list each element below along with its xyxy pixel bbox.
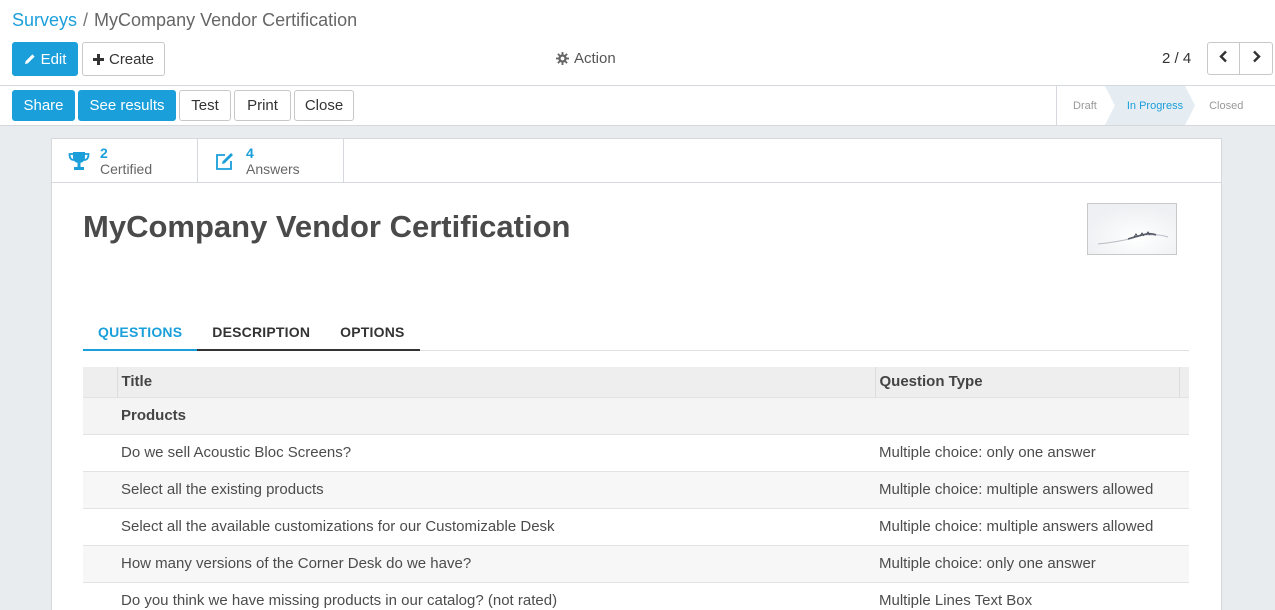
create-button-label: Create xyxy=(108,50,155,68)
row-spacer-cell xyxy=(1179,544,1189,582)
row-handle xyxy=(83,396,117,434)
gear-icon xyxy=(556,51,569,65)
question-type: Multiple choice: only one answer xyxy=(875,544,1179,582)
chevron-left-icon xyxy=(1219,50,1228,67)
edit-button-label: Edit xyxy=(40,50,67,68)
breadcrumb-current: MyCompany Vendor Certification xyxy=(94,10,358,30)
row-handle xyxy=(83,507,117,545)
tab-description[interactable]: DESCRIPTION xyxy=(197,314,326,351)
table-row[interactable]: Do you think we have missing products in… xyxy=(83,581,1189,610)
row-handle xyxy=(83,544,117,582)
table-row[interactable]: How many versions of the Corner Desk do … xyxy=(83,544,1189,582)
trophy-icon xyxy=(68,151,90,171)
section-title: Products xyxy=(117,396,875,434)
table-row[interactable]: Select all the available customizations … xyxy=(83,507,1189,545)
pager-value[interactable]: 2 / 4 xyxy=(1162,50,1191,67)
section-spacer-cell xyxy=(1179,396,1189,434)
pencil-icon xyxy=(24,53,36,65)
close-button[interactable]: Close xyxy=(294,90,354,121)
table-row[interactable]: Do we sell Acoustic Bloc Screens? Multip… xyxy=(83,433,1189,471)
table-header-row: Title Question Type xyxy=(83,367,1189,397)
question-type: Multiple choice: multiple answers allowe… xyxy=(875,470,1179,508)
control-panel: Surveys / MyCompany Vendor Certification E… xyxy=(0,0,1275,86)
question-type: Multiple choice: multiple answers allowe… xyxy=(875,507,1179,545)
row-handle xyxy=(83,470,117,508)
handle-column-header xyxy=(83,367,118,397)
statusbar: Share See results Test Print Close Draft… xyxy=(0,86,1275,126)
form-sheet: 2 Certified 4 Answers MyCompany Vendor C… xyxy=(51,138,1222,610)
question-type: Multiple choice: only one answer xyxy=(875,433,1179,471)
column-header-title[interactable]: Title xyxy=(117,367,876,397)
row-spacer-cell xyxy=(1179,581,1189,610)
pager-next-button[interactable] xyxy=(1240,42,1273,75)
status-step-draft[interactable]: Draft xyxy=(1057,86,1107,125)
column-header-question-type[interactable]: Question Type xyxy=(875,367,1180,397)
action-menu-label: Action xyxy=(574,49,616,67)
create-button[interactable]: Create xyxy=(82,42,165,76)
share-button[interactable]: Share xyxy=(12,90,75,121)
survey-image[interactable] xyxy=(1087,203,1177,255)
row-handle xyxy=(83,433,117,471)
certified-label: Certified xyxy=(100,161,153,177)
tab-options[interactable]: OPTIONS xyxy=(325,314,420,351)
table-row[interactable]: Select all the existing products Multipl… xyxy=(83,470,1189,508)
status-step-in-progress[interactable]: In Progress xyxy=(1105,86,1195,125)
notebook-tabs: QUESTIONS DESCRIPTION OPTIONS xyxy=(83,314,1189,351)
question-title: Do we sell Acoustic Bloc Screens? xyxy=(117,433,875,471)
status-step-closed[interactable]: Closed xyxy=(1195,86,1258,125)
row-spacer-cell xyxy=(1179,470,1189,508)
answers-stat-button[interactable]: 4 Answers xyxy=(198,139,344,183)
question-title: Select all the available customizations … xyxy=(117,507,875,545)
breadcrumb: Surveys / MyCompany Vendor Certification xyxy=(12,9,357,31)
breadcrumb-surveys-link[interactable]: Surveys xyxy=(12,10,77,30)
edit-button[interactable]: Edit xyxy=(12,42,78,76)
certified-count: 2 xyxy=(100,145,108,161)
tab-questions[interactable]: QUESTIONS xyxy=(83,314,198,351)
print-button[interactable]: Print xyxy=(234,90,291,121)
column-header-spacer xyxy=(1179,367,1189,397)
answers-count: 4 xyxy=(246,145,254,161)
answers-label: Answers xyxy=(246,161,300,177)
question-title: Select all the existing products xyxy=(117,470,875,508)
certified-stat-button[interactable]: 2 Certified xyxy=(52,139,198,183)
action-menu[interactable]: Action xyxy=(556,49,616,67)
questions-table: Title Question Type Products Do we sell … xyxy=(83,367,1189,610)
status-steps: Draft In Progress Closed xyxy=(1056,86,1258,125)
row-handle xyxy=(83,581,117,610)
question-type: Multiple Lines Text Box xyxy=(875,581,1179,610)
chevron-right-icon xyxy=(1252,50,1261,67)
plus-icon xyxy=(92,53,104,65)
section-row[interactable]: Products xyxy=(83,396,1189,434)
row-spacer-cell xyxy=(1179,433,1189,471)
row-spacer-cell xyxy=(1179,507,1189,545)
pager-previous-button[interactable] xyxy=(1207,42,1240,75)
question-title: Do you think we have missing products in… xyxy=(117,581,875,610)
see-results-button[interactable]: See results xyxy=(78,90,176,121)
edit-square-icon xyxy=(214,151,236,171)
breadcrumb-separator: / xyxy=(83,10,89,30)
test-button[interactable]: Test xyxy=(179,90,231,121)
question-title: How many versions of the Corner Desk do … xyxy=(117,544,875,582)
button-box: 2 Certified 4 Answers xyxy=(52,139,1221,183)
record-title[interactable]: MyCompany Vendor Certification xyxy=(83,209,570,245)
section-empty-cell xyxy=(875,396,1179,434)
